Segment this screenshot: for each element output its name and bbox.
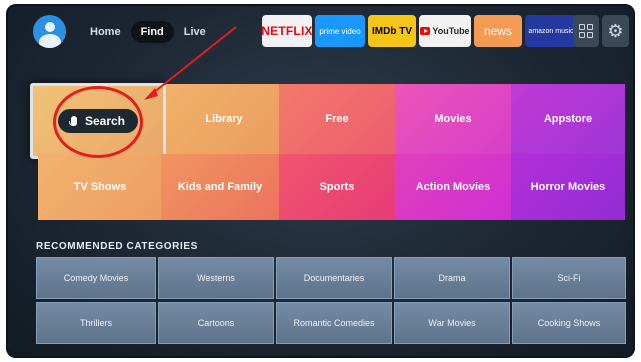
nav-live[interactable]: Live	[174, 21, 216, 43]
tile-sports[interactable]: Sports	[279, 154, 395, 220]
nav-find[interactable]: Find	[130, 21, 174, 43]
tile-library[interactable]: Library	[166, 84, 282, 154]
avatar-head-shape	[45, 22, 55, 32]
tv-screen: Home Find Live NETFLIX prime video IMDb …	[6, 4, 635, 358]
youtube-play-icon	[420, 27, 431, 35]
gear-icon: ⚙	[607, 20, 624, 41]
tile-movies[interactable]: Movies	[395, 84, 511, 154]
recommended-categories-title: RECOMMENDED CATEGORIES	[36, 241, 198, 252]
category-documentaries[interactable]: Documentaries	[276, 257, 392, 299]
main-nav: Home Find Live	[80, 21, 216, 43]
annotation-circle	[53, 86, 143, 158]
category-thrillers[interactable]: Thrillers	[36, 302, 156, 344]
tile-kids-and-family[interactable]: Kids and Family	[161, 154, 279, 220]
category-comedy-movies[interactable]: Comedy Movies	[36, 257, 156, 299]
app-amazon-music[interactable]: amazon music	[525, 15, 577, 47]
category-sci-fi[interactable]: Sci-Fi	[512, 257, 626, 299]
category-war-movies[interactable]: War Movies	[394, 302, 510, 344]
avatar-shoulders-shape	[39, 34, 61, 48]
app-news[interactable]: news	[474, 15, 522, 47]
category-drama[interactable]: Drama	[394, 257, 510, 299]
app-prime-video[interactable]: prime video	[315, 15, 365, 47]
app-row: NETFLIX prime video IMDb TV YouTube news…	[261, 15, 577, 47]
category-cartoons[interactable]: Cartoons	[158, 302, 274, 344]
category-westerns[interactable]: Westerns	[158, 257, 274, 299]
app-imdb-tv[interactable]: IMDb TV	[368, 15, 416, 47]
tile-tv-shows[interactable]: TV Shows	[38, 154, 162, 220]
tile-horror-movies[interactable]: Horror Movies	[511, 154, 625, 220]
settings-button[interactable]: ⚙	[602, 15, 629, 47]
apps-grid-icon	[579, 24, 593, 38]
profile-avatar[interactable]	[33, 15, 66, 48]
app-netflix[interactable]: NETFLIX	[261, 15, 313, 47]
category-cooking-shows[interactable]: Cooking Shows	[512, 302, 626, 344]
tile-action-movies[interactable]: Action Movies	[395, 154, 511, 220]
all-apps-button[interactable]	[573, 15, 599, 47]
nav-home[interactable]: Home	[80, 21, 131, 43]
tile-appstore[interactable]: Appstore	[511, 84, 625, 154]
category-romantic-comedies[interactable]: Romantic Comedies	[276, 302, 392, 344]
tile-free[interactable]: Free	[279, 84, 395, 154]
app-youtube-label: YouTube	[432, 26, 470, 36]
app-youtube[interactable]: YouTube	[419, 15, 471, 47]
